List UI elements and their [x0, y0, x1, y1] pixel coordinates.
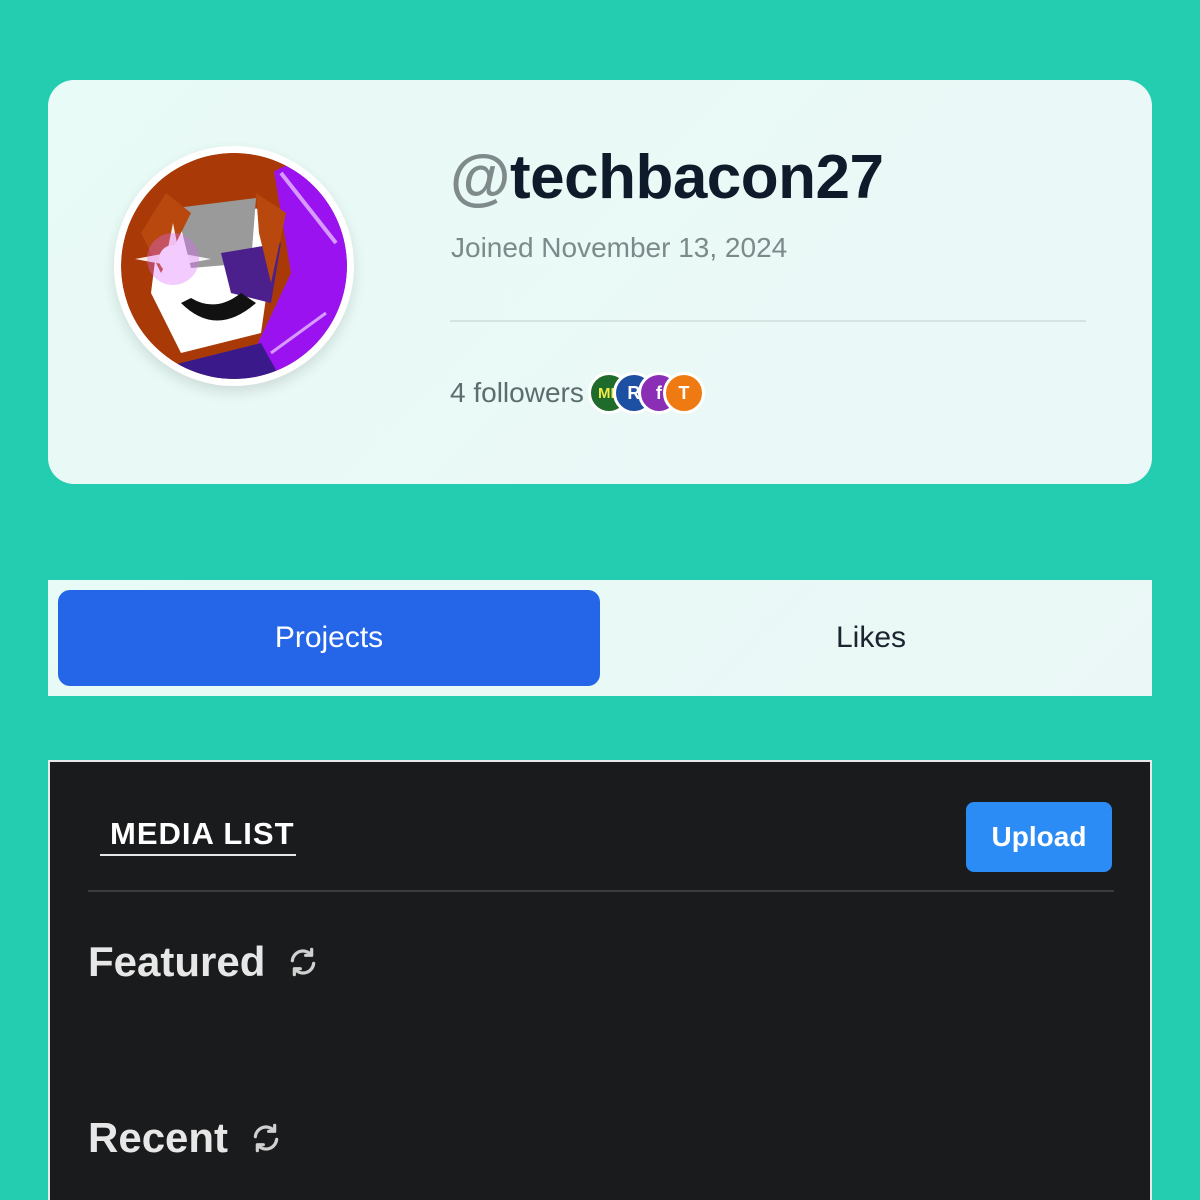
username-at-symbol: @ [450, 143, 510, 212]
media-title-underline [100, 854, 296, 856]
follower-avatar[interactable]: T [662, 372, 705, 414]
recent-section-header: Recent [88, 1114, 282, 1162]
media-list-panel: MEDIA LIST Upload Featured Recent [48, 760, 1152, 1200]
featured-section-header: Featured [88, 938, 319, 986]
username: @techbacon27 [450, 142, 884, 213]
profile-tabs: Projects Likes [48, 580, 1152, 696]
followers-count[interactable]: 4 followers [450, 377, 584, 409]
tab-likes[interactable]: Likes [600, 590, 1142, 686]
featured-title: Featured [88, 938, 266, 985]
follower-avatars: ML R f T [587, 372, 705, 414]
avatar[interactable] [114, 146, 354, 386]
recent-title: Recent [88, 1114, 229, 1161]
refresh-icon[interactable] [250, 1122, 282, 1154]
upload-button[interactable]: Upload [966, 802, 1112, 872]
avatar-image [121, 153, 347, 379]
profile-divider [450, 320, 1086, 322]
tab-projects[interactable]: Projects [58, 590, 600, 686]
followers-row[interactable]: 4 followers ML R f T [450, 372, 705, 414]
username-text: techbacon27 [509, 143, 884, 212]
media-divider [88, 890, 1114, 892]
refresh-icon[interactable] [287, 946, 319, 978]
media-list-title: MEDIA LIST [110, 816, 295, 851]
profile-card: @techbacon27 Joined November 13, 2024 4 … [48, 80, 1152, 484]
join-date: Joined November 13, 2024 [451, 232, 788, 263]
